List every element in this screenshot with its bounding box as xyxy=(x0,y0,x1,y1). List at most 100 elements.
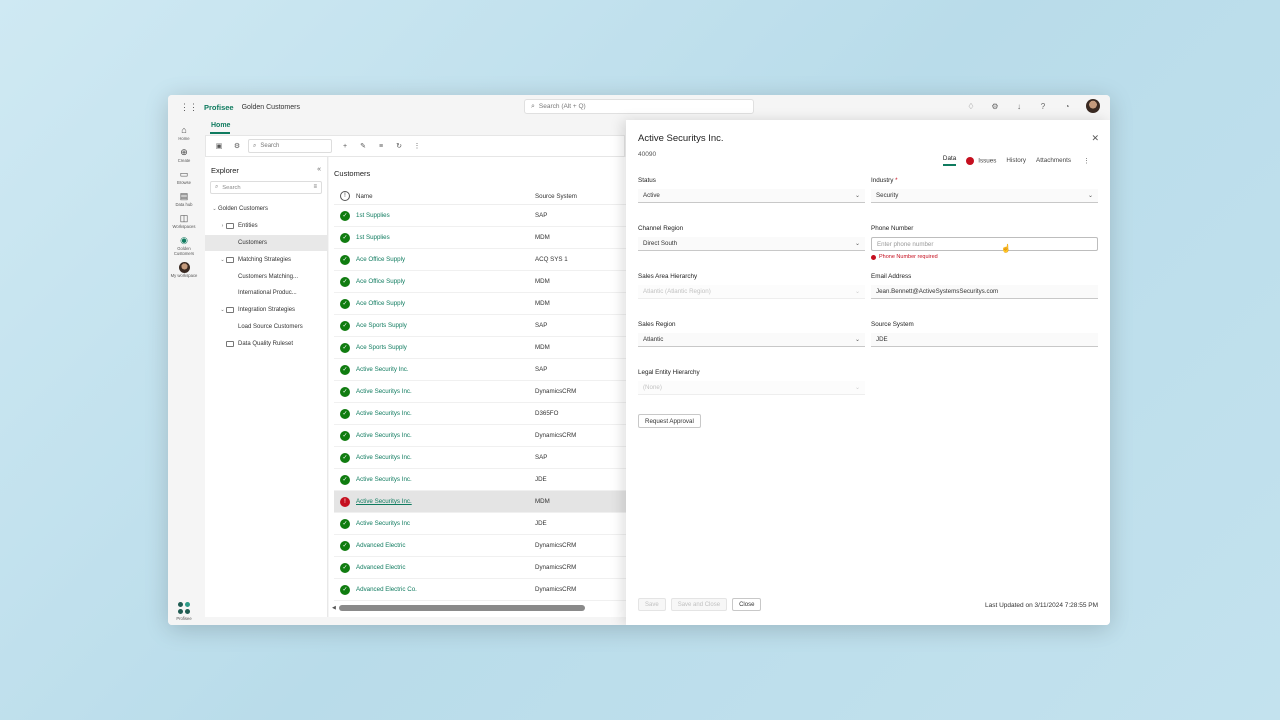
row-name-link[interactable]: Active Security Inc. xyxy=(356,366,409,373)
notification-icon[interactable]: ◔ xyxy=(1062,102,1072,111)
brand-name[interactable]: Profisee xyxy=(204,103,234,112)
rail-item-browse[interactable]: ▭ Browse xyxy=(168,169,200,185)
row-name-link[interactable]: Active Securitys Inc. xyxy=(356,432,412,439)
table-row[interactable]: ✓ Active Securitys Inc. JDE xyxy=(334,469,626,491)
phone-number-input[interactable]: Enter phone number xyxy=(871,237,1098,251)
status-dropdown[interactable]: Active ⌄ xyxy=(638,189,865,203)
tree-item[interactable]: ⌄ Integration Strategies xyxy=(205,302,328,319)
toolbar-search-input[interactable]: ⌕ Search xyxy=(248,139,332,153)
row-name-link[interactable]: 1st Supplies xyxy=(356,212,390,219)
refresh-icon[interactable]: ↻ xyxy=(394,142,404,150)
chevron-icon[interactable]: ⌄ xyxy=(211,206,218,212)
rail-item-data-hub[interactable]: ▤ Data hub xyxy=(168,191,200,207)
row-name-link[interactable]: Ace Office Supply xyxy=(356,300,405,307)
row-name-link[interactable]: Active Securitys Inc. xyxy=(356,454,412,461)
table-row[interactable]: ✓ Advanced Electric DynamicsCRM xyxy=(334,557,626,579)
request-approval-button[interactable]: Request Approval xyxy=(638,414,701,428)
rail-item-workspaces[interactable]: ◫ Workspaces xyxy=(168,213,200,229)
scroll-left-icon[interactable]: ◀ xyxy=(332,605,336,611)
filter-icon[interactable]: ≡ xyxy=(313,184,317,190)
sales-region-dropdown[interactable]: Atlantic ⌄ xyxy=(638,333,865,347)
avatar[interactable] xyxy=(1086,99,1100,113)
tree-item[interactable]: Customers Matching... xyxy=(205,268,328,285)
email-address-input[interactable]: Jean.Bennett@ActiveSystemsSecuritys.com xyxy=(871,285,1098,299)
table-row[interactable]: ✓ Ace Sports Supply SAP xyxy=(334,315,626,337)
close-icon[interactable]: ✕ xyxy=(1091,133,1099,144)
save-and-close-button[interactable]: Save and Close xyxy=(670,598,728,611)
table-row[interactable]: ! Active Securitys Inc. MDM xyxy=(334,491,626,513)
table-row[interactable]: ✓ 1st Supplies MDM xyxy=(334,227,626,249)
app-launcher-icon[interactable]: ⋮⋮ xyxy=(180,102,198,113)
add-icon[interactable]: + xyxy=(340,143,350,150)
collapse-icon[interactable]: « xyxy=(317,166,321,173)
table-row[interactable]: ✓ Advanced Electric Co. DynamicsCRM xyxy=(334,579,626,601)
bell-icon[interactable]: ♢ xyxy=(966,102,976,111)
tab-home[interactable]: Home xyxy=(211,122,230,129)
tab-issues[interactable]: Issues xyxy=(966,156,996,165)
row-name-link[interactable]: Ace Office Supply xyxy=(356,256,405,263)
edit-icon[interactable]: ✎ xyxy=(358,142,368,150)
table-row[interactable]: ✓ Active Securitys Inc. DynamicsCRM xyxy=(334,381,626,403)
more-icon[interactable]: ⋮ xyxy=(412,142,422,150)
column-header-name[interactable]: Name xyxy=(356,193,373,200)
table-row[interactable]: ✓ Ace Sports Supply MDM xyxy=(334,337,626,359)
tree-item[interactable]: ⌄ Golden Customers xyxy=(205,201,328,218)
filter-icon[interactable]: ≡ xyxy=(376,143,386,150)
tree-item[interactable]: International Produc... xyxy=(205,285,328,302)
table-row[interactable]: ✓ Advanced Electric DynamicsCRM xyxy=(334,535,626,557)
rail-item-create[interactable]: ⊕ Create xyxy=(168,147,200,163)
settings-icon[interactable]: ⚙ xyxy=(232,142,242,150)
tree-item[interactable]: › Entities xyxy=(205,218,328,235)
help-icon[interactable]: ? xyxy=(1038,102,1048,111)
save-button[interactable]: Save xyxy=(638,598,666,611)
tree-item[interactable]: Load Source Customers xyxy=(205,319,328,336)
gear-icon[interactable]: ⚙ xyxy=(990,102,1000,111)
chevron-icon[interactable]: › xyxy=(219,223,226,229)
tree-item[interactable]: ⌄ Matching Strategies xyxy=(205,251,328,268)
row-name-link[interactable]: Active Securitys Inc. xyxy=(356,498,412,505)
table-row[interactable]: ✓ Active Security Inc. SAP xyxy=(334,359,626,381)
download-icon[interactable]: ↓ xyxy=(1014,102,1024,111)
table-row[interactable]: ✓ Active Securitys Inc. SAP xyxy=(334,447,626,469)
save-icon[interactable]: ▣ xyxy=(214,142,224,150)
rail-item-my-workspace[interactable]: My workspace xyxy=(168,262,200,278)
row-name-link[interactable]: Ace Sports Supply xyxy=(356,344,407,351)
rail-item-home[interactable]: ⌂ Home xyxy=(168,125,200,141)
row-name-link[interactable]: Active Securitys Inc. xyxy=(356,476,412,483)
more-icon[interactable]: ⋮ xyxy=(1083,157,1090,165)
table-row[interactable]: ✓ Active Securitys Inc. D365FO xyxy=(334,403,626,425)
explorer-search-input[interactable]: ⌕ Search ≡ xyxy=(210,181,322,194)
row-name-link[interactable]: Active Securitys Inc. xyxy=(356,410,412,417)
table-row[interactable]: ✓ Active Securitys Inc. DynamicsCRM xyxy=(334,425,626,447)
global-search-input[interactable]: ⌕ Search (Alt + Q) xyxy=(524,99,754,114)
row-name-link[interactable]: Advanced Electric xyxy=(356,564,406,571)
table-row[interactable]: ✓ Ace Office Supply ACQ SYS 1 xyxy=(334,249,626,271)
column-header-source-system[interactable]: Source System xyxy=(535,193,577,200)
row-name-link[interactable]: 1st Supplies xyxy=(356,234,390,241)
tab-history[interactable]: History xyxy=(1006,157,1026,164)
tab-data[interactable]: Data xyxy=(942,155,957,166)
breadcrumb[interactable]: Golden Customers xyxy=(242,104,300,111)
table-row[interactable]: ✓ Active Securitys Inc JDE xyxy=(334,513,626,535)
close-button[interactable]: Close xyxy=(732,598,762,611)
rail-item-golden-customers[interactable]: ◉ Golden Customers xyxy=(168,235,200,256)
table-row[interactable]: ✓ Ace Office Supply MDM xyxy=(334,293,626,315)
tree-item[interactable]: Customers xyxy=(205,234,328,252)
row-name-link[interactable]: Advanced Electric xyxy=(356,542,406,549)
chevron-icon[interactable]: ⌄ xyxy=(219,257,226,263)
chevron-icon[interactable]: ⌄ xyxy=(219,307,226,313)
industry-dropdown[interactable]: Security ⌄ xyxy=(871,189,1098,203)
tab-attachments[interactable]: Attachments xyxy=(1036,157,1071,164)
profisee-logo[interactable]: Profisee xyxy=(176,602,192,621)
row-name-link[interactable]: Active Securitys Inc. xyxy=(356,388,412,395)
tree-item[interactable]: Data Quality Ruleset xyxy=(205,335,328,352)
row-name-link[interactable]: Ace Sports Supply xyxy=(356,322,407,329)
row-name-link[interactable]: Ace Office Supply xyxy=(356,278,405,285)
row-name-link[interactable]: Advanced Electric Co. xyxy=(356,586,417,593)
row-name-link[interactable]: Active Securitys Inc xyxy=(356,520,410,527)
horizontal-scrollbar[interactable] xyxy=(339,605,585,611)
table-row[interactable]: ✓ Ace Office Supply MDM xyxy=(334,271,626,293)
source-system-input[interactable]: JDE xyxy=(871,333,1098,347)
channel-region-dropdown[interactable]: Direct South ⌄ xyxy=(638,237,865,251)
table-row[interactable]: ✓ 1st Supplies SAP xyxy=(334,205,626,227)
